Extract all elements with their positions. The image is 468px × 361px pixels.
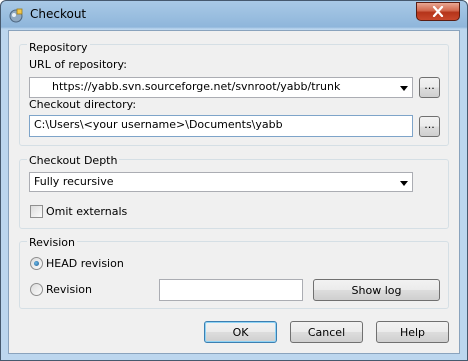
app-icon xyxy=(9,8,23,23)
help-button[interactable]: Help xyxy=(376,321,449,343)
ok-button[interactable]: OK xyxy=(204,321,277,343)
depth-select[interactable]: Fully recursive xyxy=(29,172,413,192)
url-combobox[interactable]: https://yabb.svn.sourceforge.net/svnroot… xyxy=(29,77,413,98)
repository-group-title: Repository xyxy=(27,41,90,54)
checkout-directory-value: C:\Users\<your username>\Documents\yabb xyxy=(34,118,283,131)
cancel-label: Cancel xyxy=(307,325,346,339)
revision-group-title: Revision xyxy=(27,236,77,249)
url-browse-button[interactable]: ... xyxy=(419,77,440,98)
revision-radio[interactable] xyxy=(30,283,43,296)
cancel-button[interactable]: Cancel xyxy=(290,321,363,343)
revision-label[interactable]: Revision xyxy=(46,283,92,296)
ok-label: OK xyxy=(232,325,249,339)
revision-input[interactable] xyxy=(159,279,303,301)
show-log-button[interactable]: Show log xyxy=(313,279,440,301)
checkout-depth-group-title: Checkout Depth xyxy=(27,154,120,167)
omit-externals-label[interactable]: Omit externals xyxy=(46,205,127,218)
close-button[interactable] xyxy=(416,2,460,21)
directory-browse-button[interactable]: ... xyxy=(419,116,440,137)
show-log-label: Show log xyxy=(351,283,402,297)
checkout-directory-input[interactable]: C:\Users\<your username>\Documents\yabb xyxy=(29,115,413,137)
title-bar[interactable]: Checkout xyxy=(1,1,467,29)
chevron-down-icon[interactable] xyxy=(398,81,410,95)
close-icon xyxy=(432,6,444,17)
url-browse-label: ... xyxy=(424,79,435,92)
omit-externals-checkbox[interactable] xyxy=(30,205,43,218)
url-label: URL of repository: xyxy=(29,58,127,71)
checkout-depth-group xyxy=(19,159,449,229)
radio-selected-dot xyxy=(34,261,39,266)
chevron-down-icon[interactable] xyxy=(398,176,410,190)
url-value: https://yabb.svn.sourceforge.net/svnroot… xyxy=(52,80,341,93)
directory-browse-label: ... xyxy=(424,118,435,131)
checkout-directory-label: Checkout directory: xyxy=(29,98,137,111)
head-revision-radio[interactable] xyxy=(30,257,43,270)
head-revision-label[interactable]: HEAD revision xyxy=(46,257,124,270)
help-label: Help xyxy=(399,325,426,339)
window-title: Checkout xyxy=(30,7,87,21)
depth-selected-value: Fully recursive xyxy=(34,175,114,188)
dialog-body: Repository URL of repository: https://ya… xyxy=(8,30,460,354)
checkout-dialog: Checkout Repository URL of repository: h… xyxy=(0,0,468,361)
